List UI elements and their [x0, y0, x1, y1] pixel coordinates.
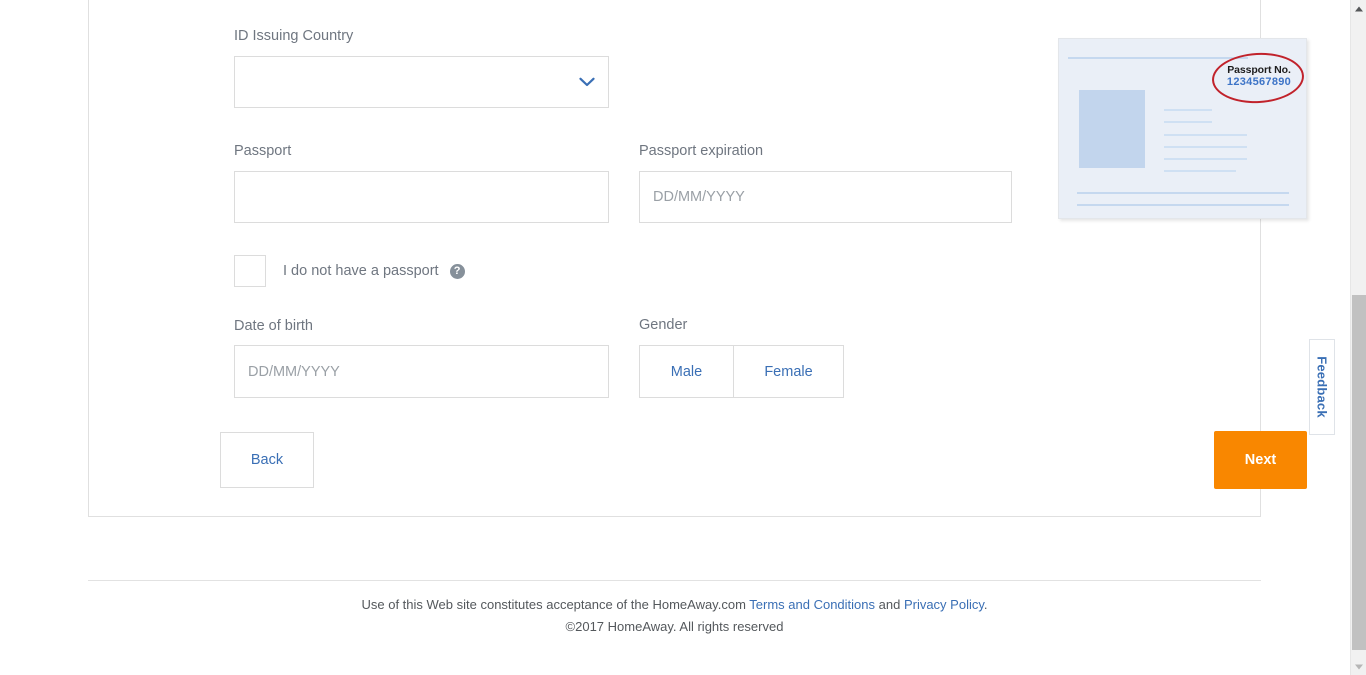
passport-expiration-input[interactable] [639, 171, 1012, 223]
date-of-birth-input[interactable] [234, 345, 609, 398]
gender-segmented-control: Male Female [639, 345, 844, 398]
gender-option-male[interactable]: Male [640, 346, 734, 397]
footer-text-middle: and [875, 597, 904, 612]
illustration-line [1077, 204, 1289, 206]
site-footer: Use of this Web site constitutes accepta… [88, 580, 1261, 638]
illustration-line [1068, 57, 1248, 59]
illustration-line [1164, 146, 1247, 148]
illustration-line [1164, 158, 1247, 160]
illustration-line [1164, 121, 1212, 123]
footer-legal-line: Use of this Web site constitutes accepta… [88, 594, 1261, 616]
id-issuing-country-select[interactable]: United StatesUnited KingdomCanadaAustral… [234, 56, 609, 108]
terms-and-conditions-link[interactable]: Terms and Conditions [749, 597, 875, 612]
passport-input[interactable] [234, 171, 609, 223]
footer-text-prefix: Use of this Web site constitutes accepta… [361, 597, 750, 612]
illustration-line [1164, 109, 1212, 111]
id-issuing-country-label: ID Issuing Country [234, 28, 354, 44]
illustration-photo-placeholder [1079, 90, 1145, 168]
no-passport-label-text: I do not have a passport [283, 263, 439, 279]
vertical-scrollbar[interactable] [1350, 0, 1366, 675]
traveler-details-card: ID Issuing Country United StatesUnited K… [88, 0, 1307, 517]
feedback-tab[interactable]: Feedback [1309, 339, 1335, 435]
illustration-line [1164, 134, 1247, 136]
passport-expiration-label: Passport expiration [639, 143, 764, 159]
help-circle-icon[interactable]: ? [449, 264, 465, 279]
page-root: ID Issuing Country United StatesUnited K… [0, 0, 1366, 675]
illustration-passport-no-value: 1234567890 [1226, 76, 1292, 89]
footer-copyright: ©2017 HomeAway. All rights reserved [565, 619, 784, 634]
footer-text-suffix: . [983, 597, 988, 612]
no-passport-label-group: I do not have a passport ? [283, 263, 465, 279]
feedback-tab-label: Feedback [1314, 356, 1330, 418]
next-button[interactable]: Next [1214, 431, 1307, 489]
no-passport-row: I do not have a passport ? [234, 254, 465, 288]
illustration-passport-number-block: Passport No. 1234567890 [1220, 64, 1298, 89]
triangle-up-icon[interactable] [1351, 0, 1366, 17]
back-button[interactable]: Back [220, 432, 314, 488]
gender-label: Gender [639, 317, 688, 333]
illustration-line [1077, 192, 1289, 194]
illustration-passport-no-title: Passport No. [1227, 64, 1291, 76]
date-of-birth-label: Date of birth [234, 318, 313, 334]
scrollbar-thumb[interactable] [1352, 295, 1366, 650]
triangle-down-glyph [1355, 664, 1363, 669]
illustration-line [1164, 170, 1236, 172]
no-passport-checkbox[interactable] [234, 255, 266, 287]
id-issuing-country-field[interactable]: United StatesUnited KingdomCanadaAustral… [234, 56, 609, 108]
triangle-down-icon[interactable] [1351, 658, 1366, 675]
triangle-up-glyph [1355, 6, 1363, 11]
passport-label: Passport [234, 143, 292, 159]
privacy-policy-link[interactable]: Privacy Policy [904, 597, 984, 612]
gender-option-female[interactable]: Female [734, 346, 843, 397]
passport-example-illustration: Passport No. 1234567890 [1058, 38, 1307, 219]
